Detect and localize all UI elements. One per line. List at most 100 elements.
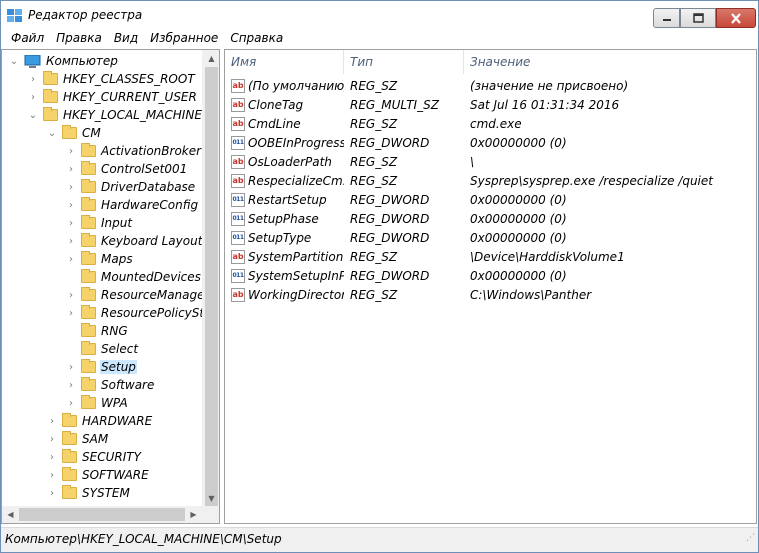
column-header-value[interactable]: Значение <box>464 50 756 74</box>
tree-item[interactable]: › HARDWARE <box>46 412 153 430</box>
tree-item[interactable]: ⌄ CM <box>46 124 102 142</box>
expand-chevron-icon[interactable]: › <box>27 92 39 103</box>
expand-chevron-icon[interactable]: › <box>65 236 77 247</box>
tree-item[interactable]: › SOFTWARE <box>46 466 150 484</box>
tree-item[interactable]: › HKEY_CURRENT_USER <box>27 88 198 106</box>
expand-chevron-icon[interactable]: › <box>65 218 77 229</box>
tree-item[interactable]: › ResourceManager <box>65 286 210 304</box>
scroll-up-arrow-icon[interactable]: ▲ <box>203 50 219 67</box>
minimize-button[interactable] <box>653 8 680 28</box>
tree-item[interactable]: MountedDevices <box>65 268 202 286</box>
value-row[interactable]: ab CloneTag REG_MULTI_SZ Sat Jul 16 01:31:3… <box>225 95 756 114</box>
value-data: 0x00000000 (0) <box>470 192 567 207</box>
tree-item[interactable]: › Software <box>65 376 155 394</box>
status-path: Компьютер\HKEY_LOCAL_MACHINE\CM\Setup <box>5 532 282 546</box>
tree-item[interactable]: › DriverDatabase <box>65 178 196 196</box>
tree-item[interactable]: › SECURITY <box>46 448 142 466</box>
value-data: Sysprep\sysprep.exe /respecialize /quiet <box>470 173 713 188</box>
value-data: (значение не присвоено) <box>470 78 629 93</box>
value-row[interactable]: 011 OOBEInProgress REG_DWORD 0x00000000 (0) <box>225 133 756 152</box>
tree-hscroll-thumb[interactable] <box>19 508 185 521</box>
expand-chevron-icon[interactable]: › <box>46 488 58 499</box>
tree-item[interactable]: Select <box>65 340 139 358</box>
scroll-down-arrow-icon[interactable]: ▼ <box>203 490 219 507</box>
tree-item[interactable]: › SAM <box>46 430 109 448</box>
tree-item[interactable]: › Maps <box>65 250 134 268</box>
resize-grip-icon[interactable]: ⋰ <box>746 527 755 549</box>
tree-item[interactable]: › Setup <box>65 358 137 376</box>
expand-chevron-icon[interactable]: › <box>65 200 77 211</box>
menu-view[interactable]: Вид <box>108 31 144 47</box>
collapse-chevron-icon[interactable]: ⌄ <box>46 128 58 139</box>
expand-chevron-icon[interactable]: › <box>65 398 77 409</box>
tree-item[interactable]: ⌄ Компьютер <box>8 52 119 70</box>
value-type: REG_SZ <box>350 154 398 169</box>
expand-chevron-icon[interactable]: › <box>46 416 58 427</box>
value-row[interactable]: ab RespecializeCm... REG_SZ Sysprep\sysprep… <box>225 171 756 190</box>
menu-file[interactable]: Файл <box>1 31 50 47</box>
tree-item-label: Компьютер <box>46 54 118 68</box>
tree-item-label: Keyboard Layout <box>101 234 203 248</box>
menu-favorites[interactable]: Избранное <box>144 31 224 47</box>
tree-item-label: HardwareConfig <box>101 198 199 212</box>
value-name-cell: ab SystemPartition <box>225 249 344 264</box>
expand-chevron-icon[interactable]: › <box>65 380 77 391</box>
column-header-name[interactable]: Имя <box>225 50 344 74</box>
column-header-type[interactable]: Тип <box>344 50 464 74</box>
expand-chevron-icon[interactable]: › <box>46 434 58 445</box>
tree-item[interactable]: ⌄ HKEY_LOCAL_MACHINE <box>27 106 203 124</box>
tree-item[interactable]: › SYSTEM <box>46 484 131 502</box>
value-row[interactable]: ab CmdLine REG_SZ cmd.exe <box>225 114 756 133</box>
scroll-left-arrow-icon[interactable]: ◀ <box>2 506 19 523</box>
dword-value-icon: 011 <box>231 230 245 245</box>
tree-item-label: Software <box>101 378 155 392</box>
menu-bar: Файл Правка Вид Избранное Справка <box>1 31 758 47</box>
menu-edit[interactable]: Правка <box>50 31 108 47</box>
tree-item[interactable]: › HKEY_CLASSES_ROOT <box>27 70 196 88</box>
string-value-icon: ab <box>231 154 245 169</box>
value-row[interactable]: ab (По умолчанию) REG_SZ (значение не присв… <box>225 76 756 95</box>
folder-icon <box>81 287 96 301</box>
expand-chevron-icon[interactable]: › <box>65 254 77 265</box>
expand-chevron-icon[interactable]: › <box>65 164 77 175</box>
expand-chevron-icon[interactable]: › <box>65 308 77 319</box>
scroll-right-arrow-icon[interactable]: ▶ <box>185 506 202 523</box>
value-type: REG_DWORD <box>350 135 430 150</box>
tree-item-label: Maps <box>101 252 133 266</box>
tree-horizontal-scrollbar[interactable]: ◀ ▶ <box>2 506 219 523</box>
collapse-chevron-icon[interactable]: ⌄ <box>8 56 20 67</box>
close-button[interactable] <box>716 8 756 28</box>
value-row[interactable]: ab WorkingDirectory REG_SZ C:\Windows\Panth… <box>225 285 756 304</box>
expand-chevron-icon[interactable]: › <box>65 182 77 193</box>
value-row[interactable]: 011 SetupPhase REG_DWORD 0x00000000 (0) <box>225 209 756 228</box>
value-row[interactable]: 011 RestartSetup REG_DWORD 0x00000000 (0) <box>225 190 756 209</box>
values-list-pane[interactable]: Имя Тип Значение ab (По умолчанию) REG_SZ(… <box>224 49 757 524</box>
expand-chevron-icon[interactable]: › <box>65 290 77 301</box>
value-row[interactable]: ab OsLoaderPath REG_SZ \ <box>225 152 756 171</box>
expand-chevron-icon[interactable]: › <box>27 74 39 85</box>
tree-item[interactable]: RNG <box>65 322 129 340</box>
value-name: CloneTag <box>248 97 304 112</box>
tree-vscroll-thumb[interactable] <box>205 67 218 506</box>
folder-icon <box>81 395 96 409</box>
value-row[interactable]: 011SystemSetupInP... REG_DWORD 0x00000000 … <box>225 266 756 285</box>
expand-chevron-icon[interactable]: › <box>65 362 77 373</box>
tree-vertical-scrollbar[interactable]: ▲ ▼ <box>202 50 219 507</box>
collapse-chevron-icon[interactable]: ⌄ <box>27 110 39 121</box>
tree-item[interactable]: › ControlSet001 <box>65 160 188 178</box>
tree-item[interactable]: › Input <box>65 214 133 232</box>
value-row[interactable]: ab SystemPartition REG_SZ \Device\HarddiskV… <box>225 247 756 266</box>
key-tree-pane[interactable]: ⌄ Компьютер › HKEY_CLASSES_ROOT › HKEY_CURREN… <box>1 49 220 524</box>
expand-chevron-icon[interactable]: › <box>46 470 58 481</box>
tree-item[interactable]: › HardwareConfig <box>65 196 199 214</box>
tree-item[interactable]: › WPA <box>65 394 129 412</box>
title-bar[interactable]: Редактор реестра <box>1 1 758 31</box>
value-row[interactable]: 011 SetupType REG_DWORD 0x00000000 (0) <box>225 228 756 247</box>
tree-item[interactable]: › ActivationBroker <box>65 142 202 160</box>
tree-item[interactable]: › ResourcePolicyStor <box>65 304 217 322</box>
maximize-button[interactable] <box>680 8 716 28</box>
expand-chevron-icon[interactable]: › <box>65 146 77 157</box>
tree-item[interactable]: › Keyboard Layout <box>65 232 203 250</box>
expand-chevron-icon[interactable]: › <box>46 452 58 463</box>
menu-help[interactable]: Справка <box>224 31 289 47</box>
